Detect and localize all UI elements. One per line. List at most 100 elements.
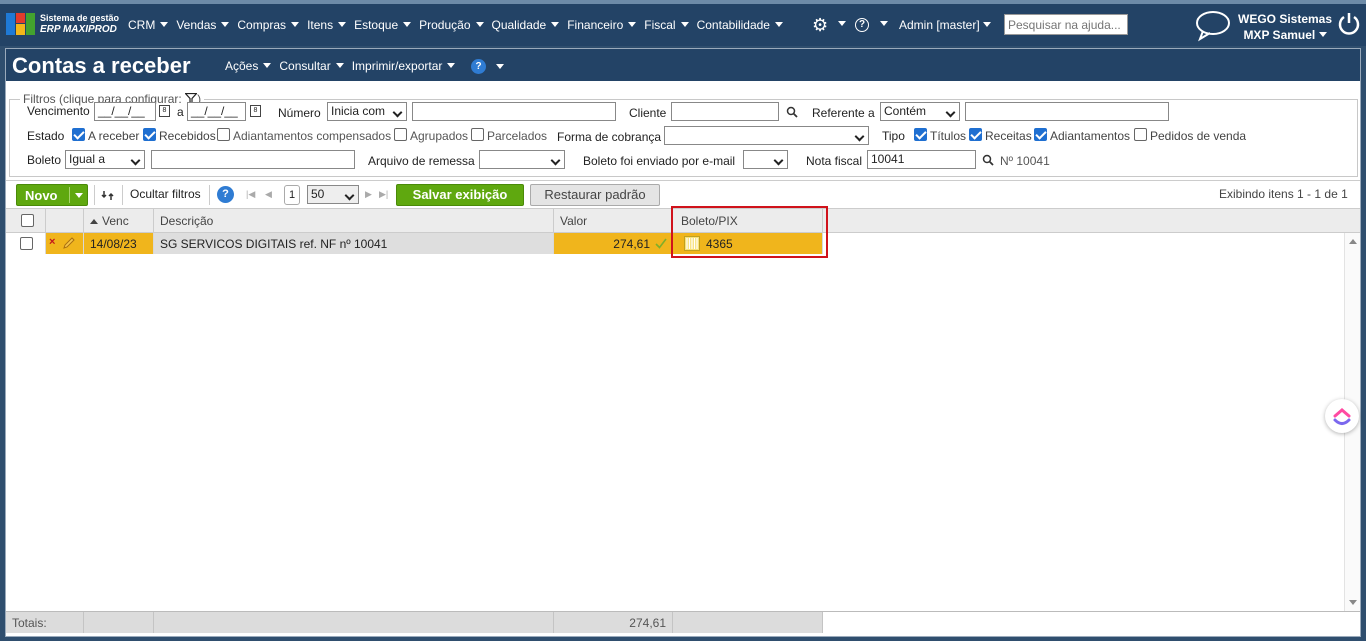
ocultar-filtros-button[interactable]: Ocultar filtros (130, 187, 201, 201)
menu-vendas[interactable]: Vendas (176, 18, 229, 32)
header-venc[interactable]: Venc (84, 209, 154, 233)
tipo-adiantamentos-checkbox[interactable] (1034, 128, 1047, 141)
totals-descricao (154, 612, 554, 633)
calendar-start-icon[interactable]: 8 (159, 105, 170, 117)
estado-areceber-checkbox[interactable] (72, 128, 85, 141)
menu-itens[interactable]: Itens (307, 18, 346, 32)
header-descricao[interactable]: Descrição (154, 209, 554, 233)
toolbar-help-icon[interactable]: ? (217, 186, 234, 203)
menu-contabilidade[interactable]: Contabilidade (697, 18, 783, 32)
admin-caret-icon (983, 22, 992, 27)
delete-icon[interactable]: × (49, 236, 55, 248)
page-title: Contas a receber (12, 53, 191, 78)
grid-toolbar: Novo Ocultar filtros ? |◀ ◀ 1 50 ▶ ▶| Sa… (6, 180, 1360, 208)
page-help-caret-icon[interactable] (496, 64, 504, 69)
totals-boleto (673, 612, 823, 633)
gear-caret-icon[interactable] (838, 21, 846, 26)
estado-adiantamentos-checkbox[interactable] (217, 128, 230, 141)
row-actions-cell: × (46, 233, 84, 254)
tipo-label: Tipo (882, 129, 905, 143)
prev-page-icon[interactable]: ◀ (265, 189, 272, 200)
salvar-exibicao-button[interactable]: Salvar exibição (396, 184, 524, 206)
chat-icon[interactable] (1194, 10, 1232, 42)
header-valor[interactable]: Valor (554, 209, 673, 233)
numero-input[interactable] (412, 102, 616, 121)
forma-cobranca-select[interactable] (664, 126, 869, 145)
nota-fiscal-input[interactable]: 10041 (867, 150, 976, 169)
boleto-input[interactable] (151, 150, 355, 169)
page-number-input[interactable]: 1 (284, 185, 300, 205)
tipo-adiantamentos-label: Adiantamentos (1050, 129, 1131, 143)
page-size-select[interactable]: 50 (307, 185, 359, 204)
menu-crm[interactable]: CRM (128, 18, 168, 32)
last-page-icon[interactable]: ▶| (379, 189, 388, 200)
menu-producao[interactable]: Produção (419, 18, 483, 32)
totals-label: Totais: (6, 612, 84, 633)
nota-search-icon[interactable] (982, 154, 994, 166)
toolbar-divider (209, 185, 210, 205)
next-page-icon[interactable]: ▶ (365, 189, 372, 200)
help-caret-icon[interactable] (880, 21, 888, 26)
maxiprod-logo-icon[interactable] (6, 13, 36, 35)
cliente-search-icon[interactable] (786, 106, 798, 118)
novo-caret-icon[interactable] (75, 193, 83, 198)
vencimento-end-input[interactable]: __/__/__ (187, 102, 246, 121)
clickup-icon[interactable] (1325, 399, 1359, 433)
scroll-up-icon[interactable] (1349, 239, 1357, 244)
menu-acoes[interactable]: Ações (225, 59, 271, 73)
refresh-icon[interactable] (101, 189, 115, 202)
page-menu: Ações Consultar Imprimir/exportar (225, 59, 463, 73)
header-valor-label: Valor (560, 214, 588, 228)
cliente-input[interactable] (671, 102, 779, 121)
boleto-label: Boleto (27, 153, 62, 167)
menu-qualidade[interactable]: Qualidade (492, 18, 560, 32)
arquivo-remessa-label: Arquivo de remessa (368, 154, 475, 168)
menu-financeiro[interactable]: Financeiro (567, 18, 636, 32)
select-all-checkbox[interactable] (21, 214, 34, 227)
help-icon[interactable]: ? (855, 18, 869, 32)
arquivo-remessa-select[interactable] (479, 150, 565, 169)
menu-consultar[interactable]: Consultar (279, 59, 343, 73)
power-icon[interactable] (1337, 11, 1361, 35)
novo-separator (69, 187, 70, 203)
header-descricao-label: Descrição (160, 214, 214, 228)
toolbar-divider (94, 185, 95, 205)
brand: Sistema de gestão ERP MAXIPROD (40, 13, 119, 35)
page-help-icon[interactable]: ? (471, 59, 486, 74)
estado-agrupados-checkbox[interactable] (394, 128, 407, 141)
restaurar-padrao-button[interactable]: Restaurar padrão (530, 184, 660, 206)
tipo-receitas-checkbox[interactable] (969, 128, 982, 141)
menu-compras[interactable]: Compras (237, 18, 299, 32)
calendar-end-icon[interactable]: 8 (250, 105, 261, 117)
header-actions (46, 209, 84, 233)
menu-imprimir[interactable]: Imprimir/exportar (352, 59, 456, 73)
scroll-down-icon[interactable] (1349, 600, 1357, 605)
boleto-mode-select[interactable]: Igual a (65, 150, 145, 169)
tipo-titulos-checkbox[interactable] (914, 128, 927, 141)
tipo-receitas-label: Receitas (985, 129, 1032, 143)
estado-label: Estado (27, 129, 65, 143)
admin-menu[interactable]: Admin [master] (899, 18, 992, 32)
estado-parcelados-checkbox[interactable] (471, 128, 484, 141)
row-venc-cell: 14/08/23 (84, 233, 154, 254)
numero-label: Número (278, 106, 321, 120)
estado-recebidos-checkbox[interactable] (143, 128, 156, 141)
edit-pencil-icon[interactable] (62, 236, 76, 250)
gear-icon[interactable]: ⚙ (812, 15, 828, 36)
boleto-enviado-select[interactable] (743, 150, 788, 169)
help-search-input[interactable] (1004, 14, 1128, 35)
org-menu[interactable]: WEGO Sistemas MXP Samuel (1238, 11, 1332, 43)
menu-estoque[interactable]: Estoque (354, 18, 411, 32)
estado-agrupados-label: Agrupados (410, 129, 469, 143)
numero-mode-select[interactable]: Inicia com (327, 102, 407, 121)
tipo-pedidos-checkbox[interactable] (1134, 128, 1147, 141)
first-page-icon[interactable]: |◀ (246, 189, 255, 200)
referente-input[interactable] (965, 102, 1169, 121)
novo-button[interactable]: Novo (16, 184, 88, 206)
row-select-checkbox[interactable] (20, 237, 33, 250)
header-select-all (6, 209, 46, 233)
vencimento-start-input[interactable]: __/__/__ (94, 102, 156, 121)
totals-valor: 274,61 (554, 612, 673, 633)
menu-fiscal[interactable]: Fiscal (644, 18, 688, 32)
referente-mode-select[interactable]: Contém (880, 102, 960, 121)
